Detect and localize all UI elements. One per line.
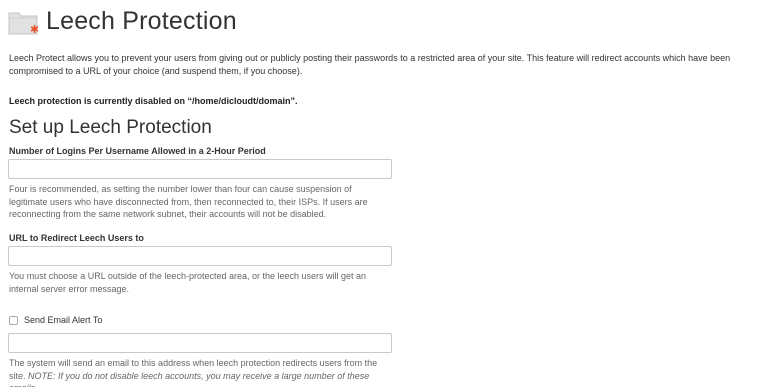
email-alert-row: Send Email Alert To [9,315,102,325]
email-help-note: NOTE: If you do not disable leech accoun… [9,370,370,387]
email-alert-label: Send Email Alert To [24,315,103,325]
logins-help: Four is recommended, as setting the numb… [9,184,368,219]
folder-star-icon: ✱ [8,9,39,36]
intro-text: Leech Protect allows you to prevent your… [9,53,731,76]
redirect-url-help: You must choose a URL outside of the lee… [9,271,367,294]
redirect-url-label: URL to Redirect Leech Users to [9,233,144,243]
leech-protection-page: ✱ Leech Protection Leech Protect allows … [0,0,768,387]
status-message: Leech protection is currently disabled o… [9,96,298,106]
logins-label: Number of Logins Per Username Allowed in… [9,146,266,156]
email-alert-checkbox[interactable] [9,315,18,325]
logins-input[interactable] [8,159,392,179]
email-alert-input[interactable] [8,333,392,353]
page-header: ✱ Leech Protection [8,4,237,38]
email-alert-help: The system will send an email to this ad… [9,357,389,387]
page-title: Leech Protection [46,7,237,35]
section-title: Set up Leech Protection [9,117,212,138]
svg-text:✱: ✱ [30,23,38,35]
redirect-url-input[interactable] [8,246,392,266]
